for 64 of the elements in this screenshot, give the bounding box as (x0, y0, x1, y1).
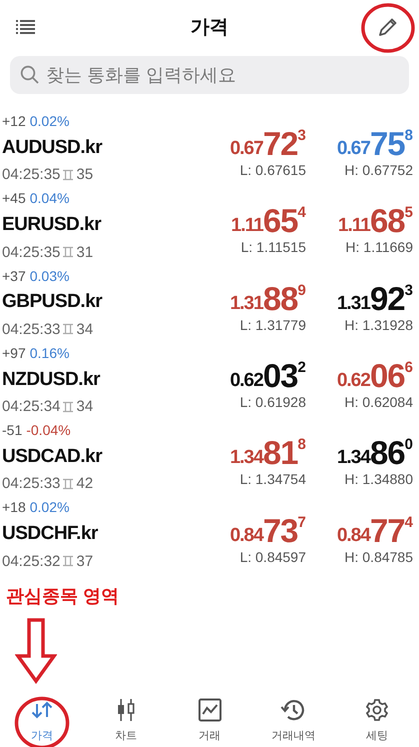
spread-icon (62, 246, 74, 258)
change-percent: 0.02% (30, 113, 70, 129)
search-icon (20, 65, 40, 85)
settings-icon (365, 698, 389, 722)
spread-icon (62, 323, 74, 336)
spread-icon (62, 478, 74, 490)
high-price: H: 1.11669 (346, 239, 413, 256)
quote-time: 04:25:35 (2, 244, 60, 261)
change-points: +97 (2, 344, 26, 361)
spread-icon (62, 168, 74, 181)
symbol-name: AUDUSD.kr (2, 136, 104, 159)
high-price: H: 0.84785 (344, 548, 413, 565)
spread-value: 34 (76, 320, 94, 338)
change-points: +37 (2, 268, 26, 284)
quote-time: 04:25:34 (2, 398, 60, 416)
change-points: +45 (2, 190, 26, 206)
low-price: L: 1.31779 (240, 316, 306, 333)
low-price: L: 0.61928 (240, 394, 306, 410)
low-price: L: 0.84597 (240, 548, 306, 565)
spread-icon (62, 400, 74, 413)
high-price: H: 1.34880 (344, 471, 413, 488)
high-price: H: 1.31928 (344, 316, 413, 333)
symbol-name: EURUSD.kr (2, 214, 102, 236)
symbol-name: NZDUSD.kr (2, 368, 102, 391)
symbol-name: USDCHF.kr (2, 523, 99, 546)
spread-value: 42 (76, 475, 94, 492)
spread-value: 37 (76, 552, 94, 570)
annotation-arrow (15, 618, 57, 684)
low-price: L: 1.11515 (240, 239, 306, 256)
change-points: +12 (2, 113, 26, 129)
quote-time: 04:25:35 (2, 166, 60, 184)
spread-value: 31 (76, 244, 94, 261)
search-field[interactable]: 찾는 통화를 입력하세요 (10, 56, 409, 94)
quote-time: 04:25:32 (2, 552, 60, 570)
change-percent: 0.04% (30, 190, 70, 206)
change-percent: 0.03% (30, 268, 70, 284)
spread-icon (62, 555, 74, 568)
high-price: H: 0.62084 (344, 394, 413, 410)
change-percent: 0.16% (30, 344, 70, 361)
history-icon (280, 698, 306, 722)
change-points: -51 (2, 422, 22, 438)
tab[interactable]: 거래내역 (257, 691, 330, 747)
change-percent: 0.02% (30, 499, 70, 516)
quote-time: 04:25:33 (2, 475, 60, 492)
annotation-label: 관심종목 영역 (6, 584, 120, 608)
symbol-name: GBPUSD.kr (2, 291, 104, 314)
spread-value: 35 (76, 166, 94, 184)
symbol-name: USDCAD.kr (2, 446, 104, 468)
menu-icon[interactable] (16, 19, 36, 35)
spread-value: 34 (76, 398, 94, 416)
change-percent: -0.04% (26, 422, 71, 438)
tab[interactable]: 가격 (6, 691, 78, 747)
high-price: H: 0.67752 (344, 162, 413, 178)
tab[interactable]: 거래 (174, 691, 246, 747)
quote-time: 04:25:33 (2, 320, 60, 338)
change-points: +18 (2, 499, 26, 516)
screen-title: 가격 (190, 16, 228, 40)
low-price: L: 1.34754 (240, 471, 306, 488)
low-price: L: 0.67615 (240, 162, 306, 178)
pencil-icon[interactable] (377, 16, 399, 38)
tab[interactable]: 세팅 (341, 691, 413, 747)
annotation-circle (360, 2, 416, 54)
tab[interactable]: 차트 (90, 691, 162, 747)
line-chart-icon (198, 698, 222, 722)
